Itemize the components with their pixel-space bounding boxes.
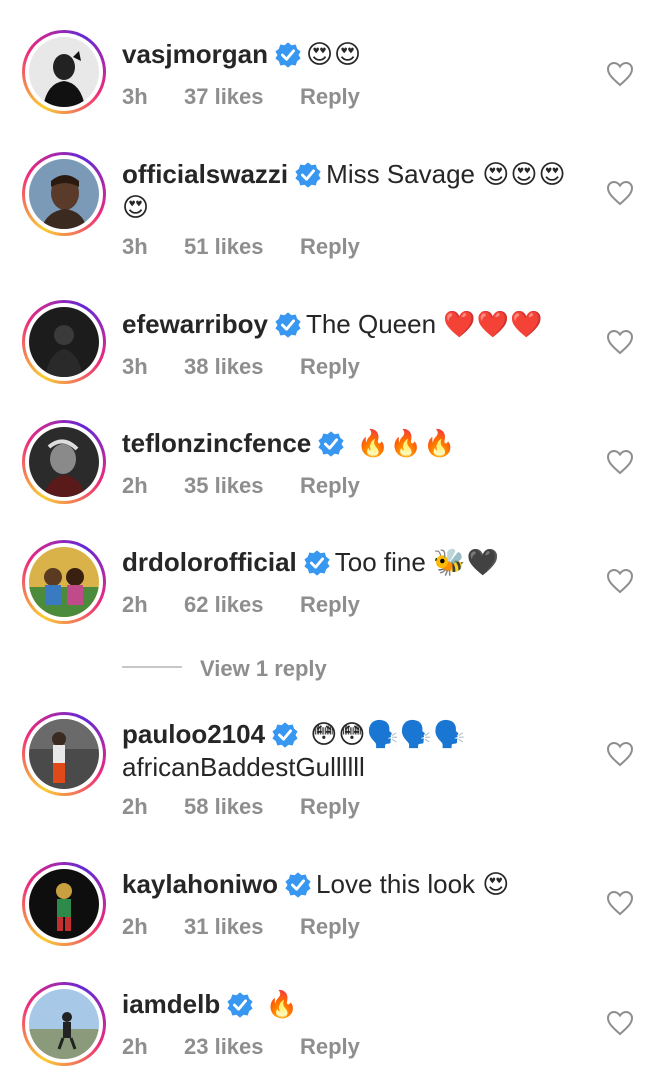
comment-time: 2h [122, 914, 148, 939]
comment-emoji: 🔥🔥🔥 [356, 429, 457, 459]
likes-count[interactable]: 38 likes [184, 354, 300, 380]
comment-text: Love this look [316, 869, 476, 899]
likes-count[interactable]: 23 likes [184, 1034, 300, 1060]
likes-count[interactable]: 62 likes [184, 592, 300, 618]
avatar[interactable] [22, 540, 106, 624]
view-replies-label: View 1 reply [200, 656, 327, 681]
avatar[interactable] [22, 420, 106, 504]
like-heart-icon[interactable] [606, 890, 634, 916]
like-heart-icon[interactable] [606, 568, 634, 594]
comment-emoji: 😍😍 [305, 40, 363, 70]
comment-emoji: 😍 [482, 870, 511, 900]
username[interactable]: kaylahoniwo [122, 869, 278, 899]
comment-emoji: 😳😳🗣️🗣️🗣️ [310, 720, 467, 750]
likes-count[interactable]: 58 likes [184, 794, 300, 820]
verified-badge-icon [275, 312, 301, 338]
comment-text: africanBaddestGullllll [122, 752, 365, 782]
like-heart-icon[interactable] [606, 329, 634, 355]
verified-badge-icon [272, 722, 298, 748]
username[interactable]: pauloo2104 [122, 719, 265, 749]
reply-button[interactable]: Reply [300, 473, 360, 499]
username[interactable]: vasjmorgan [122, 39, 268, 69]
verified-badge-icon [285, 872, 311, 898]
comment-time: 2h [122, 794, 148, 819]
verified-badge-icon [318, 431, 344, 457]
comment-time: 3h [122, 234, 148, 259]
avatar[interactable] [22, 862, 106, 946]
username[interactable]: iamdelb [122, 989, 220, 1019]
reply-button[interactable]: Reply [300, 794, 360, 820]
like-heart-icon[interactable] [606, 180, 634, 206]
verified-badge-icon [227, 992, 253, 1018]
avatar[interactable] [22, 982, 106, 1066]
username[interactable]: officialswazzi [122, 159, 288, 189]
avatar[interactable] [22, 152, 106, 236]
reply-button[interactable]: Reply [300, 354, 360, 380]
reply-button[interactable]: Reply [300, 592, 360, 618]
comment-text: Miss Savage [326, 159, 475, 189]
comment-emoji: 🔥 [265, 990, 299, 1020]
likes-count[interactable]: 37 likes [184, 84, 300, 110]
comment-text: Too fine [334, 547, 426, 577]
comment-emoji: 😍😍😍 [482, 160, 567, 190]
likes-count[interactable]: 51 likes [184, 234, 300, 260]
comment-text: The Queen [305, 309, 437, 339]
avatar[interactable] [22, 712, 106, 796]
comment-time: 2h [122, 473, 148, 498]
username[interactable]: teflonzincfence [122, 428, 311, 458]
username[interactable]: efewarriboy [122, 309, 268, 339]
comment-time: 3h [122, 84, 148, 109]
reply-button[interactable]: Reply [300, 914, 360, 940]
comment-emoji: 🐝🖤 [433, 548, 500, 578]
avatar[interactable] [22, 30, 106, 114]
comment-emoji: ❤️❤️❤️ [443, 310, 544, 340]
comments-list: vasjmorgan 😍😍 3h 37 likes Reply officialswa… [0, 0, 672, 1080]
likes-count[interactable]: 35 likes [184, 473, 300, 499]
avatar[interactable] [22, 300, 106, 384]
like-heart-icon[interactable] [606, 741, 634, 767]
verified-badge-icon [295, 162, 321, 188]
comment-time: 2h [122, 1034, 148, 1059]
like-heart-icon[interactable] [606, 1010, 634, 1036]
reply-button[interactable]: Reply [300, 84, 360, 110]
comment-time: 2h [122, 592, 148, 617]
comment-emoji-continued: 😍 [122, 193, 151, 223]
username[interactable]: drdolorofficial [122, 547, 297, 577]
reply-button[interactable]: Reply [300, 1034, 360, 1060]
likes-count[interactable]: 31 likes [184, 914, 300, 940]
comment-time: 3h [122, 354, 148, 379]
like-heart-icon[interactable] [606, 61, 634, 87]
replies-divider [122, 666, 182, 668]
reply-button[interactable]: Reply [300, 234, 360, 260]
verified-badge-icon [275, 42, 301, 68]
like-heart-icon[interactable] [606, 449, 634, 475]
verified-badge-icon [304, 550, 330, 576]
